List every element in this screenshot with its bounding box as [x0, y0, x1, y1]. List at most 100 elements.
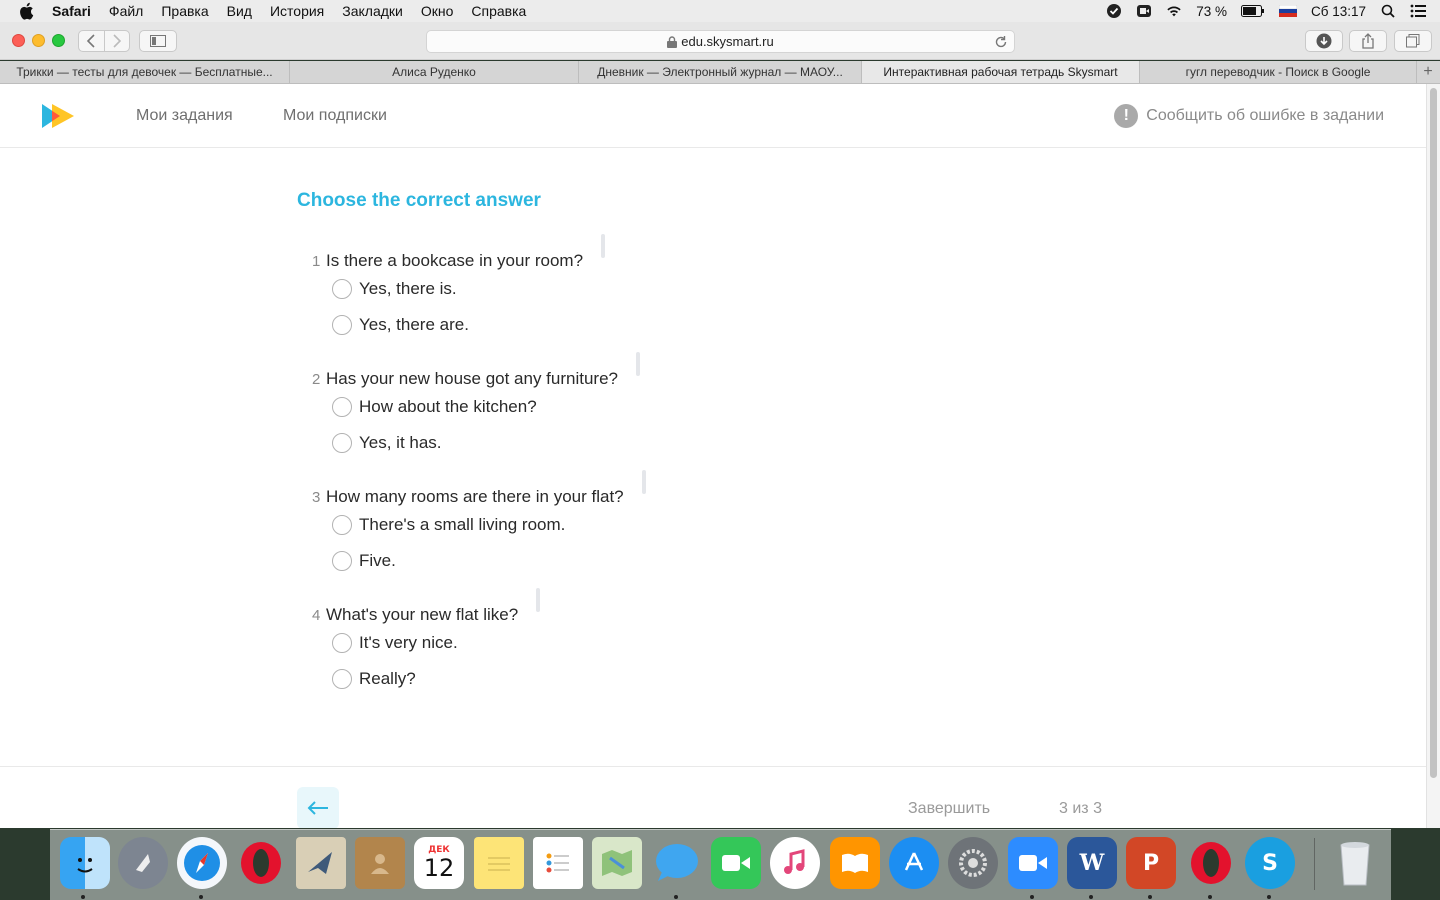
safari-icon[interactable] — [177, 837, 227, 889]
answer-option[interactable]: Yes, there are. — [332, 315, 469, 335]
answer-option[interactable]: There's a small living room. — [332, 515, 565, 535]
camera-status-icon[interactable] — [1136, 3, 1152, 19]
menu-file[interactable]: Файл — [109, 3, 143, 19]
menu-safari[interactable]: Safari — [52, 3, 91, 19]
option-label: There's a small living room. — [359, 515, 566, 534]
answer-option[interactable]: Really? — [332, 669, 416, 689]
reminders-icon[interactable] — [533, 837, 583, 889]
notification-center-icon[interactable] — [1410, 3, 1426, 19]
sidebar-toggle-button[interactable] — [139, 30, 177, 52]
battery-icon[interactable] — [1240, 3, 1265, 19]
menu-view[interactable]: Вид — [227, 3, 252, 19]
minimize-window-button[interactable] — [32, 34, 45, 47]
scrollbar-thumb[interactable] — [1430, 88, 1437, 778]
sidebar-icon — [150, 35, 166, 47]
page-scrollbar[interactable] — [1426, 84, 1440, 828]
checkmark-status-icon[interactable] — [1106, 3, 1122, 19]
tab-bar: Трикки — тесты для девочек — Бесплатные.… — [0, 61, 1440, 84]
running-indicator — [199, 895, 203, 899]
running-indicator — [1208, 895, 1212, 899]
opera-icon[interactable] — [1186, 837, 1236, 889]
lock-icon — [667, 35, 678, 48]
contacts-icon[interactable] — [355, 837, 405, 889]
menu-window[interactable]: Окно — [421, 3, 454, 19]
new-tab-button[interactable]: + — [1417, 61, 1439, 83]
apple-icon[interactable] — [18, 2, 36, 20]
running-indicator — [1267, 895, 1271, 899]
radio-button[interactable] — [332, 433, 352, 453]
tab-skysmart[interactable]: Интерактивная рабочая тетрадь Skysmart — [862, 61, 1140, 83]
reload-icon — [995, 36, 1007, 48]
russian-flag-icon[interactable] — [1278, 3, 1297, 19]
finder-icon[interactable] — [60, 837, 110, 889]
back-nav-button[interactable] — [79, 31, 104, 51]
radio-button[interactable] — [332, 551, 352, 571]
downloads-button[interactable] — [1305, 30, 1343, 52]
tabs-icon — [1406, 34, 1420, 48]
address-bar[interactable]: edu.skysmart.ru — [426, 30, 1015, 53]
opera-icon[interactable] — [236, 837, 286, 889]
tab-alisa[interactable]: Алиса Руденко — [290, 61, 579, 83]
menu-history[interactable]: История — [270, 3, 324, 19]
question-number: 3 — [312, 489, 321, 506]
answer-option[interactable]: It's very nice. — [332, 633, 458, 653]
facetime-icon[interactable] — [711, 837, 761, 889]
share-button[interactable] — [1349, 30, 1387, 52]
spotlight-search-icon[interactable] — [1380, 3, 1396, 19]
menu-help[interactable]: Справка — [471, 3, 526, 19]
tab-tricky[interactable]: Трикки — тесты для девочек — Бесплатные.… — [0, 61, 290, 83]
clock[interactable]: Сб 13:17 — [1311, 4, 1366, 19]
messages-icon[interactable] — [652, 837, 702, 889]
tab-google-translate[interactable]: гугл переводчик - Поиск в Google — [1140, 61, 1417, 83]
running-indicator — [81, 895, 85, 899]
radio-button[interactable] — [332, 515, 352, 535]
forward-nav-button[interactable] — [103, 31, 130, 51]
tab-overview-button[interactable] — [1394, 30, 1432, 52]
notes-icon[interactable] — [474, 837, 524, 889]
question-text: What's your new flat like? — [326, 605, 519, 624]
maps-icon[interactable] — [592, 837, 642, 889]
radio-button[interactable] — [332, 279, 352, 299]
finish-button[interactable]: Завершить — [908, 800, 990, 818]
books-icon[interactable] — [830, 837, 880, 889]
tab-diary[interactable]: Дневник — Электронный журнал — МАОУ... — [579, 61, 862, 83]
close-window-button[interactable] — [12, 34, 25, 47]
question-status-marker — [536, 588, 541, 612]
menu-edit[interactable]: Правка — [161, 3, 208, 19]
nav-my-tasks[interactable]: Мои задания — [136, 107, 233, 125]
task-footer: Завершить 3 из 3 — [0, 766, 1426, 828]
word-icon[interactable]: W — [1067, 837, 1117, 889]
fullscreen-window-button[interactable] — [52, 34, 65, 47]
answer-option[interactable]: Five. — [332, 551, 396, 571]
wifi-icon[interactable] — [1166, 3, 1182, 19]
radio-button[interactable] — [332, 633, 352, 653]
browser-toolbar: edu.skysmart.ru — [0, 22, 1440, 60]
radio-button[interactable] — [332, 397, 352, 417]
answer-option[interactable]: Yes, it has. — [332, 433, 442, 453]
skysmart-logo[interactable] — [40, 102, 76, 130]
option-label: It's very nice. — [359, 633, 458, 652]
system-preferences-icon[interactable] — [948, 837, 998, 889]
answer-option[interactable]: How about the kitchen? — [332, 397, 537, 417]
answer-option[interactable]: Yes, there is. — [332, 279, 457, 299]
powerpoint-icon[interactable]: P — [1126, 837, 1176, 889]
calendar-icon[interactable]: ДЕК 12 — [414, 837, 464, 889]
mail-icon[interactable] — [296, 837, 346, 889]
trash-icon[interactable] — [1330, 837, 1380, 889]
question-number: 2 — [312, 371, 321, 388]
menu-bookmarks[interactable]: Закладки — [342, 3, 403, 19]
running-indicator — [1030, 895, 1034, 899]
radio-button[interactable] — [332, 669, 352, 689]
radio-button[interactable] — [332, 315, 352, 335]
app-store-icon[interactable] — [889, 837, 939, 889]
chevron-left-icon — [87, 34, 95, 48]
zoom-icon[interactable] — [1008, 837, 1058, 889]
question-status-marker — [601, 234, 606, 258]
nav-my-subscriptions[interactable]: Мои подписки — [283, 107, 387, 125]
itunes-icon[interactable] — [770, 837, 820, 889]
previous-task-button[interactable] — [297, 787, 339, 828]
skype-icon[interactable]: S — [1245, 837, 1295, 889]
report-error-link[interactable]: ! Сообщить об ошибке в задании — [1114, 104, 1384, 128]
battery-percent: 73 % — [1196, 3, 1227, 19]
launchpad-icon[interactable] — [118, 837, 168, 889]
